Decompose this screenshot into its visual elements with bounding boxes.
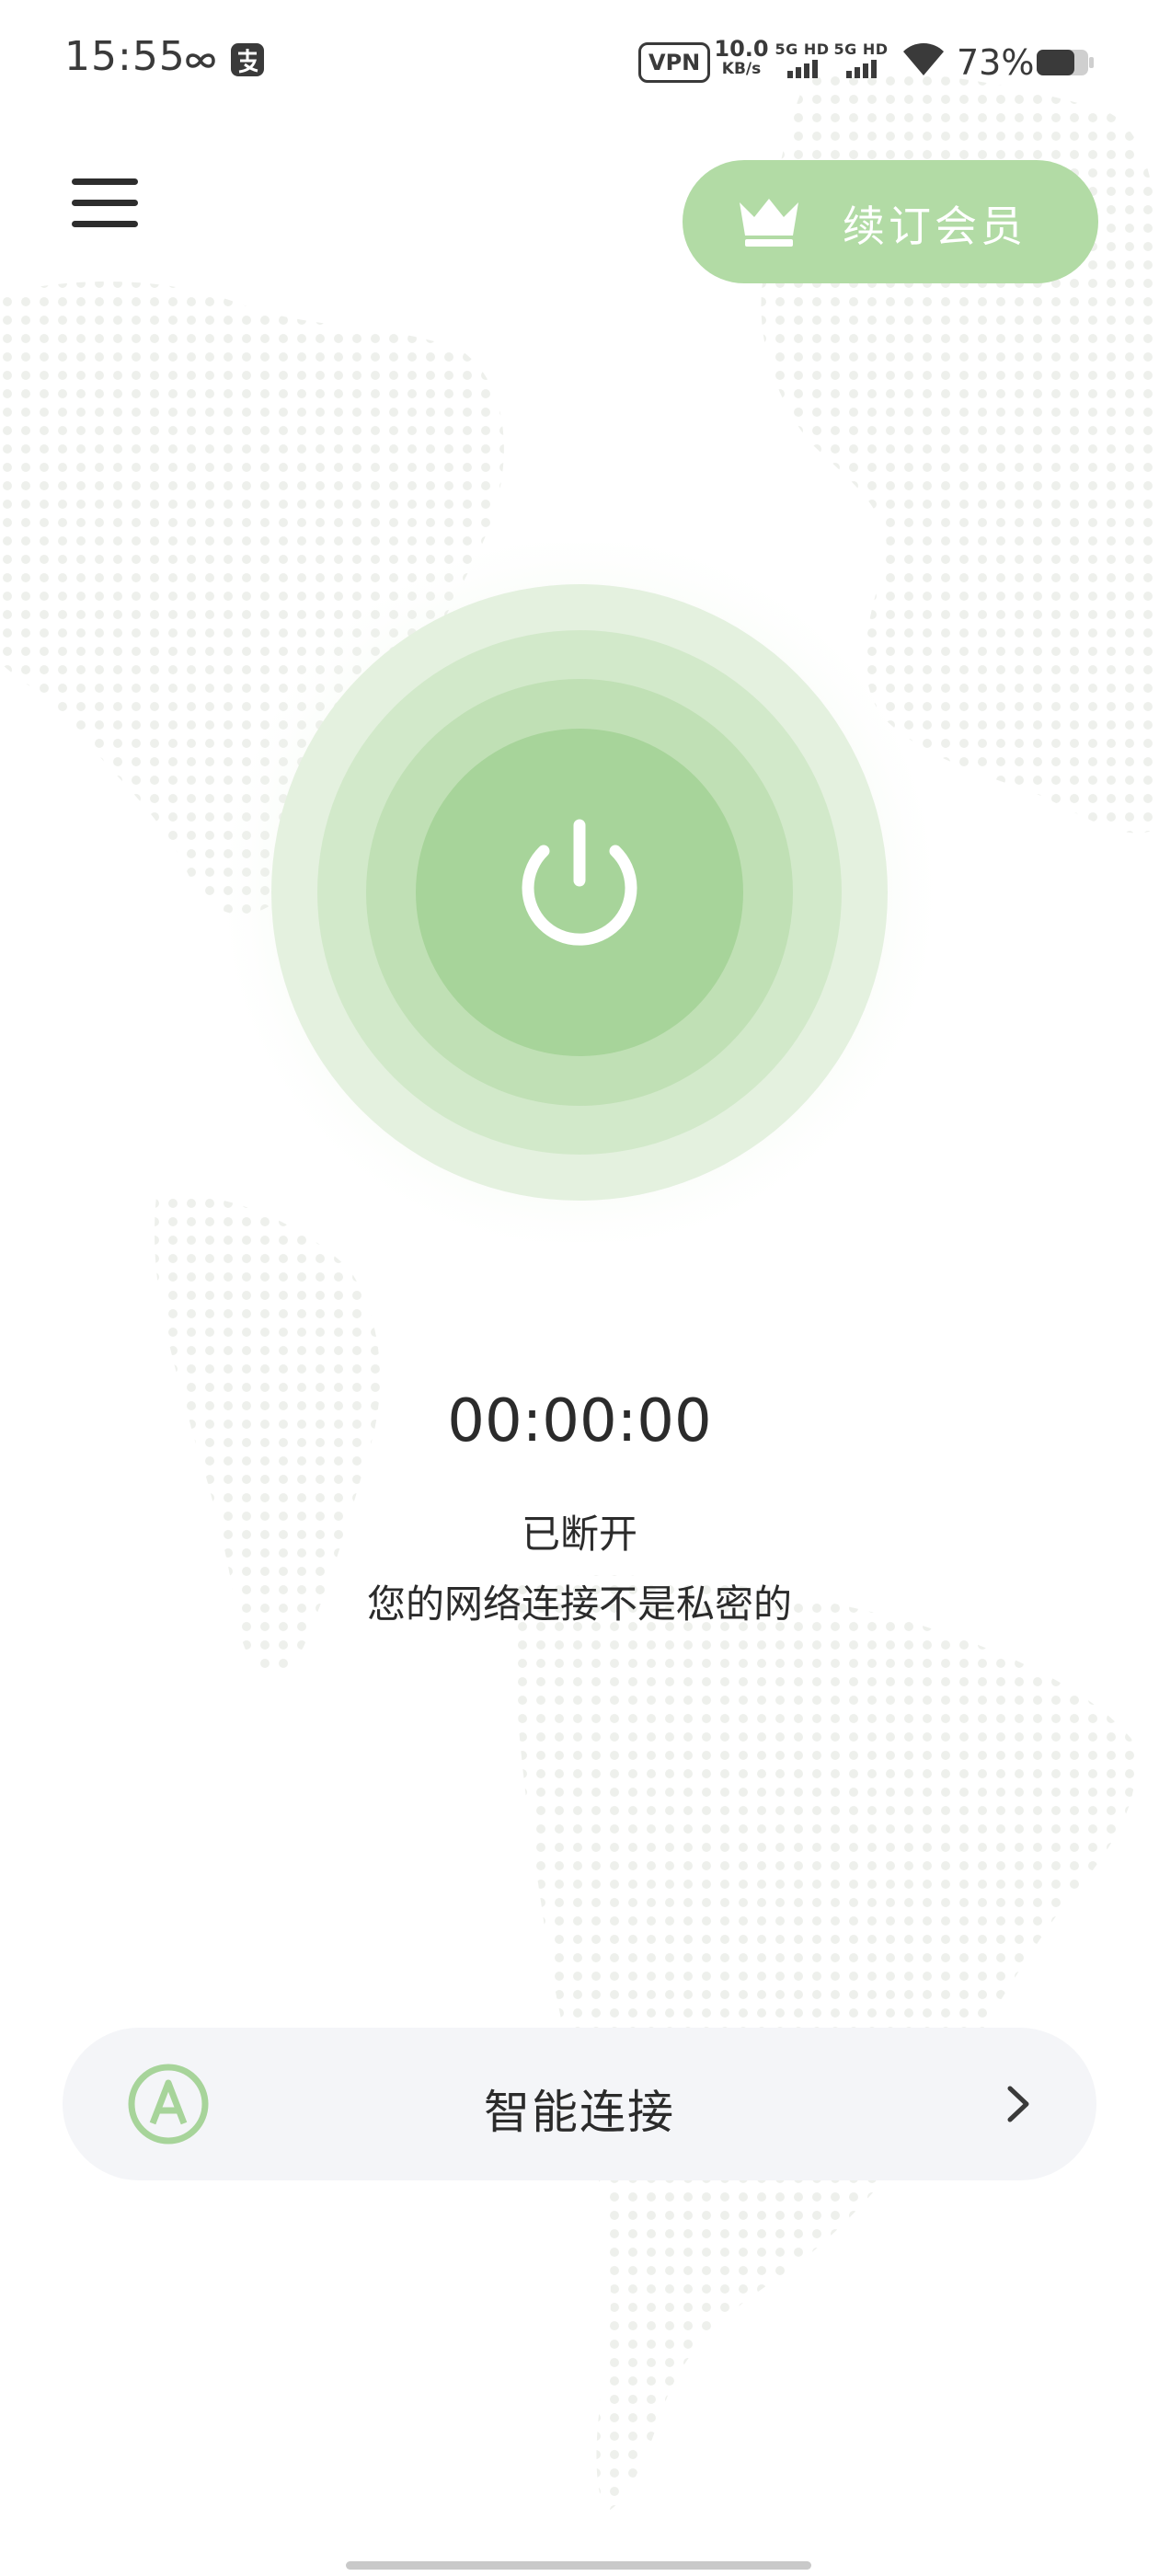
sim2-label: 5G HD: [833, 40, 889, 58]
net-speed-unit: KB/s: [721, 60, 762, 78]
status-bar: 15:55 VPN 10.0 KB/s 5G HD 5G HD 73%: [0, 0, 1159, 120]
power-icon: [522, 819, 637, 946]
sim2-signal: 5G HD: [833, 40, 889, 82]
battery-percentage: 73%: [957, 42, 1035, 83]
alipay-icon: [230, 42, 265, 81]
smart-connect-label: 智能连接: [484, 2086, 675, 2139]
home-indicator[interactable]: [346, 2561, 811, 2570]
signal-bars-icon: [787, 60, 818, 78]
sim1-label: 5G HD: [775, 40, 830, 58]
privacy-warning: 您的网络连接不是私密的: [366, 1581, 792, 1627]
sim1-signal: 5G HD: [775, 40, 830, 82]
renew-membership-button[interactable]: 续订会员: [683, 160, 1098, 283]
wifi-icon: [901, 40, 946, 81]
chevron-right-icon: [1003, 2081, 1034, 2131]
network-speed: 10.0 KB/s: [714, 36, 769, 79]
hamburger-menu-icon[interactable]: [66, 171, 143, 236]
renew-membership-label: 续订会员: [843, 201, 1027, 251]
crown-icon: [736, 193, 802, 254]
smart-connect-button[interactable]: 智能连接: [63, 2028, 1096, 2180]
status-time: 15:55: [64, 33, 186, 80]
link-icon: [184, 44, 217, 81]
vpn-badge: VPN: [638, 42, 711, 83]
power-button-area: [212, 524, 947, 1260]
connection-timer: 00:00:00: [447, 1387, 712, 1455]
power-button[interactable]: [419, 722, 740, 1044]
net-speed-value: 10.0: [714, 36, 769, 62]
world-map-background: [0, 71, 1159, 2512]
battery-icon: [1036, 48, 1095, 81]
connection-status: 已断开: [521, 1512, 637, 1557]
signal-bars-icon: [846, 60, 877, 78]
